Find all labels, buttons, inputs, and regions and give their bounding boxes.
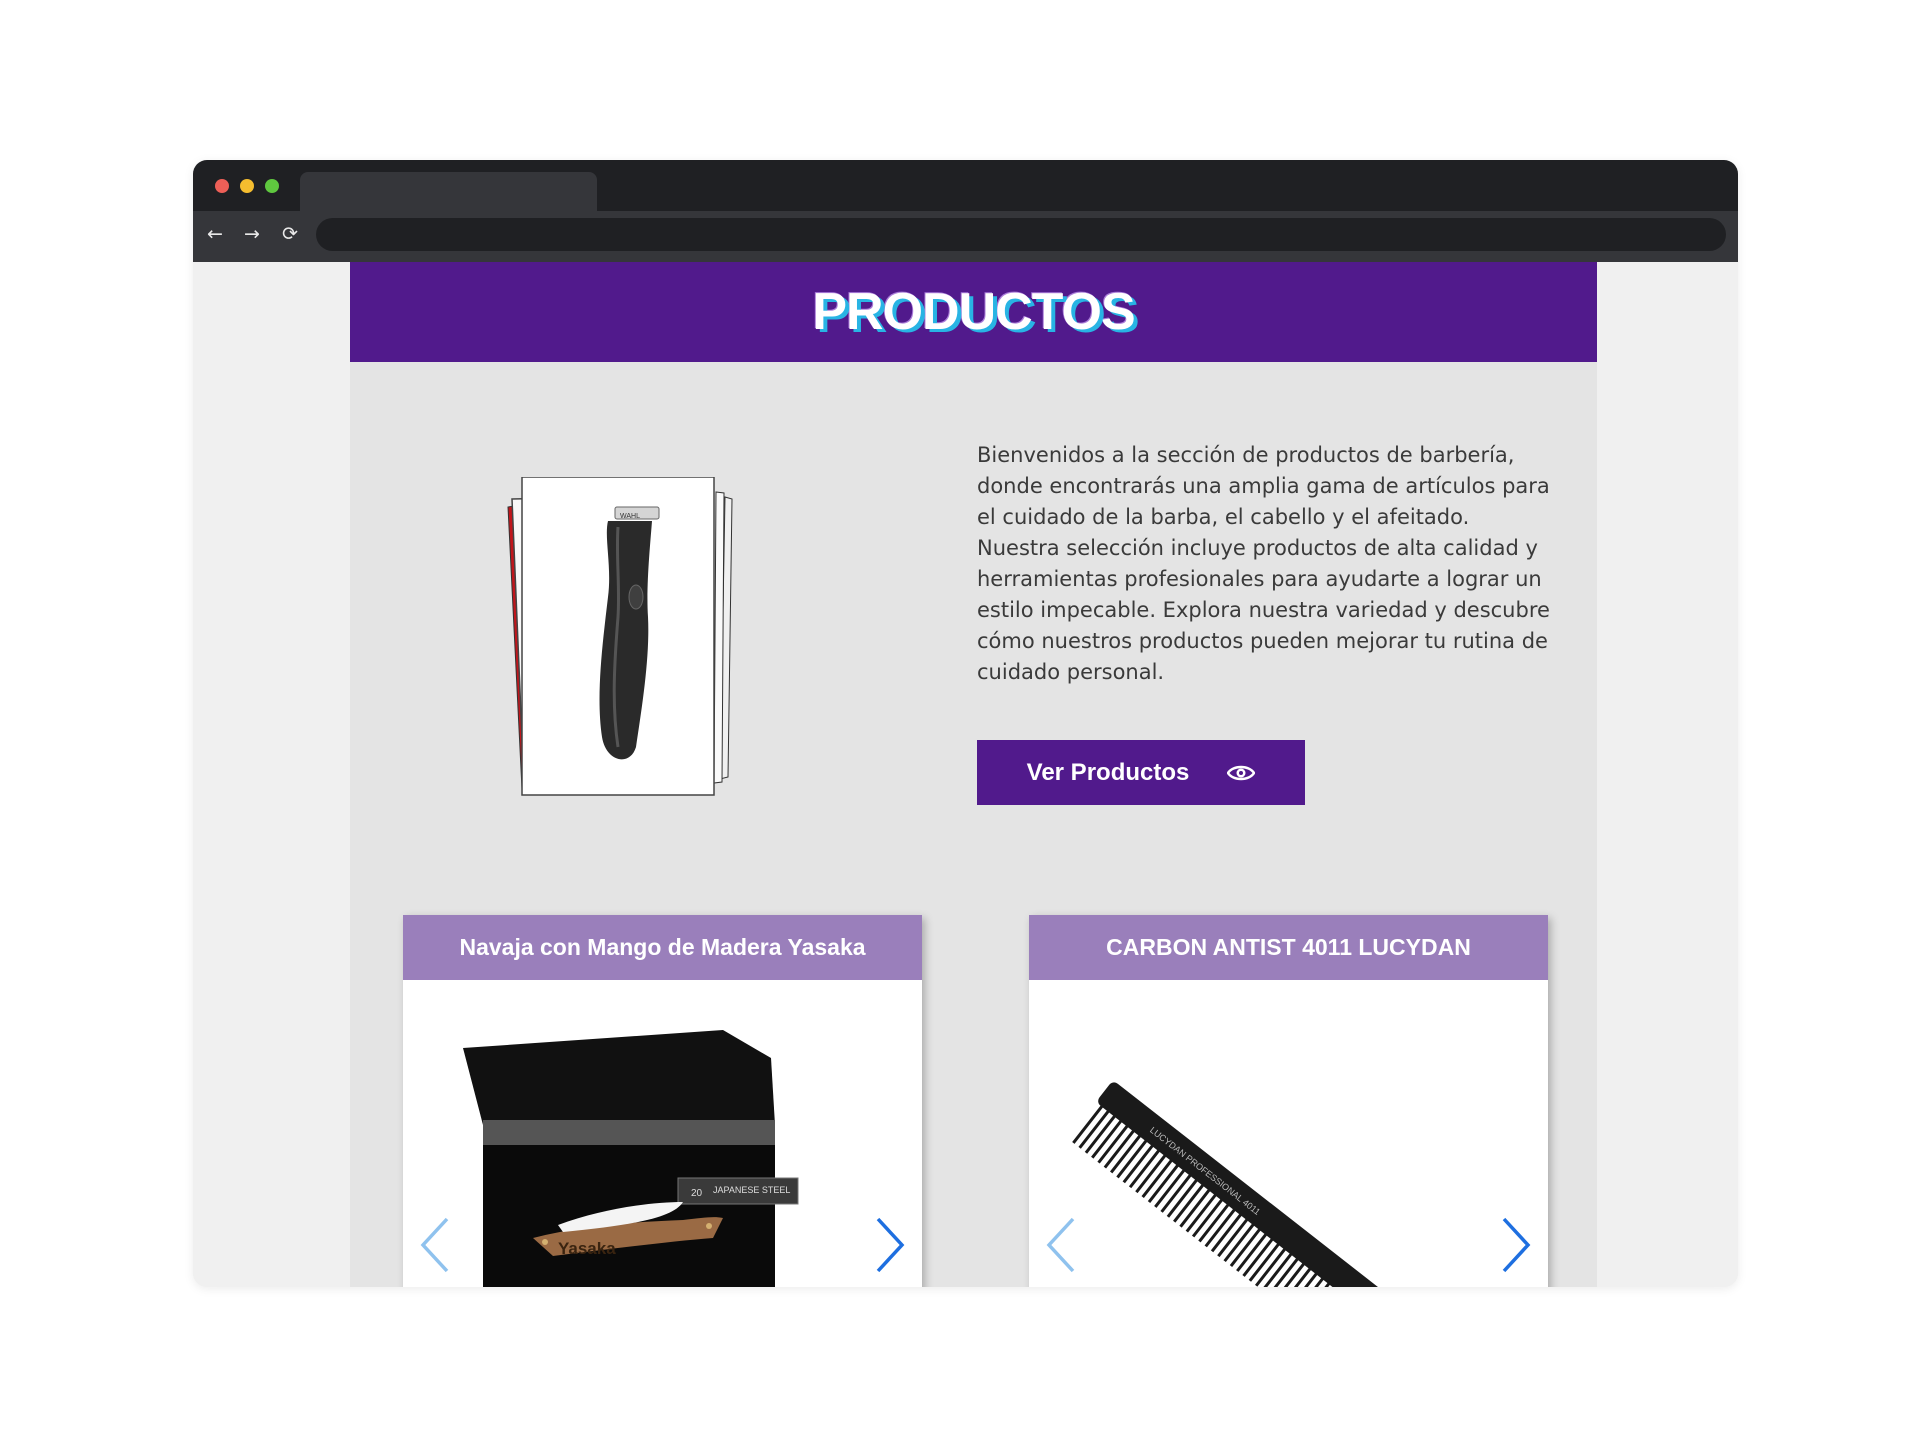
forward-arrow-icon[interactable]: → [240, 222, 264, 246]
reload-icon[interactable]: ⟳ [278, 222, 302, 246]
carousel-next-arrow-icon[interactable] [872, 1215, 908, 1275]
hair-clipper-image: WAHL [507, 477, 733, 796]
comb-image: LUCYDAN PROFESSIONAL 4011 [1029, 980, 1548, 1287]
browser-nav-bar: ← → ⟳ [193, 211, 1738, 262]
product-card-title: CARBON ANTIST 4011 LUCYDAN [1029, 915, 1548, 980]
maximize-window-button[interactable] [265, 179, 279, 193]
browser-tab-bar [193, 160, 1738, 211]
view-products-button[interactable]: Ver Productos [977, 740, 1305, 805]
page-title: PRODUCTOS [812, 283, 1135, 341]
carousel-prev-arrow-icon[interactable] [417, 1215, 453, 1275]
close-window-button[interactable] [215, 179, 229, 193]
browser-tab[interactable] [300, 172, 597, 211]
back-arrow-icon[interactable]: ← [203, 222, 227, 246]
razor-in-case-image: 20 JAPANESE STEEL Yasaka [403, 980, 922, 1287]
intro-description: Bienvenidos a la sección de productos de… [977, 443, 1550, 684]
badge-text: JAPANESE STEEL [713, 1185, 790, 1195]
carousel-prev-arrow-icon[interactable] [1043, 1215, 1079, 1275]
minimize-window-button[interactable] [240, 179, 254, 193]
page-content: PRODUCTOS WAHL Bienvenidos a la sección … [350, 262, 1597, 1287]
product-card: CARBON ANTIST 4011 LUCYDAN LUCYDAN PROFE… [1029, 915, 1548, 1287]
razor-brand: Yasaka [558, 1239, 616, 1258]
svg-text:WAHL: WAHL [620, 513, 640, 520]
badge-number: 20 [691, 1188, 703, 1199]
product-card-title: Navaja con Mango de Madera Yasaka [403, 915, 922, 980]
carousel-next-arrow-icon[interactable] [1498, 1215, 1534, 1275]
eye-icon [1227, 765, 1256, 780]
page-viewport: PRODUCTOS WAHL Bienvenidos a la sección … [193, 262, 1738, 1287]
view-products-label: Ver Productos [1026, 758, 1190, 786]
address-bar[interactable] [316, 218, 1726, 251]
product-card: Navaja con Mango de Madera Yasaka 20 JAP… [403, 915, 922, 1287]
page-header: PRODUCTOS [350, 262, 1597, 362]
browser-window: ← → ⟳ PRODUCTOS WAHL Bienvenidos a la se… [193, 160, 1738, 1287]
